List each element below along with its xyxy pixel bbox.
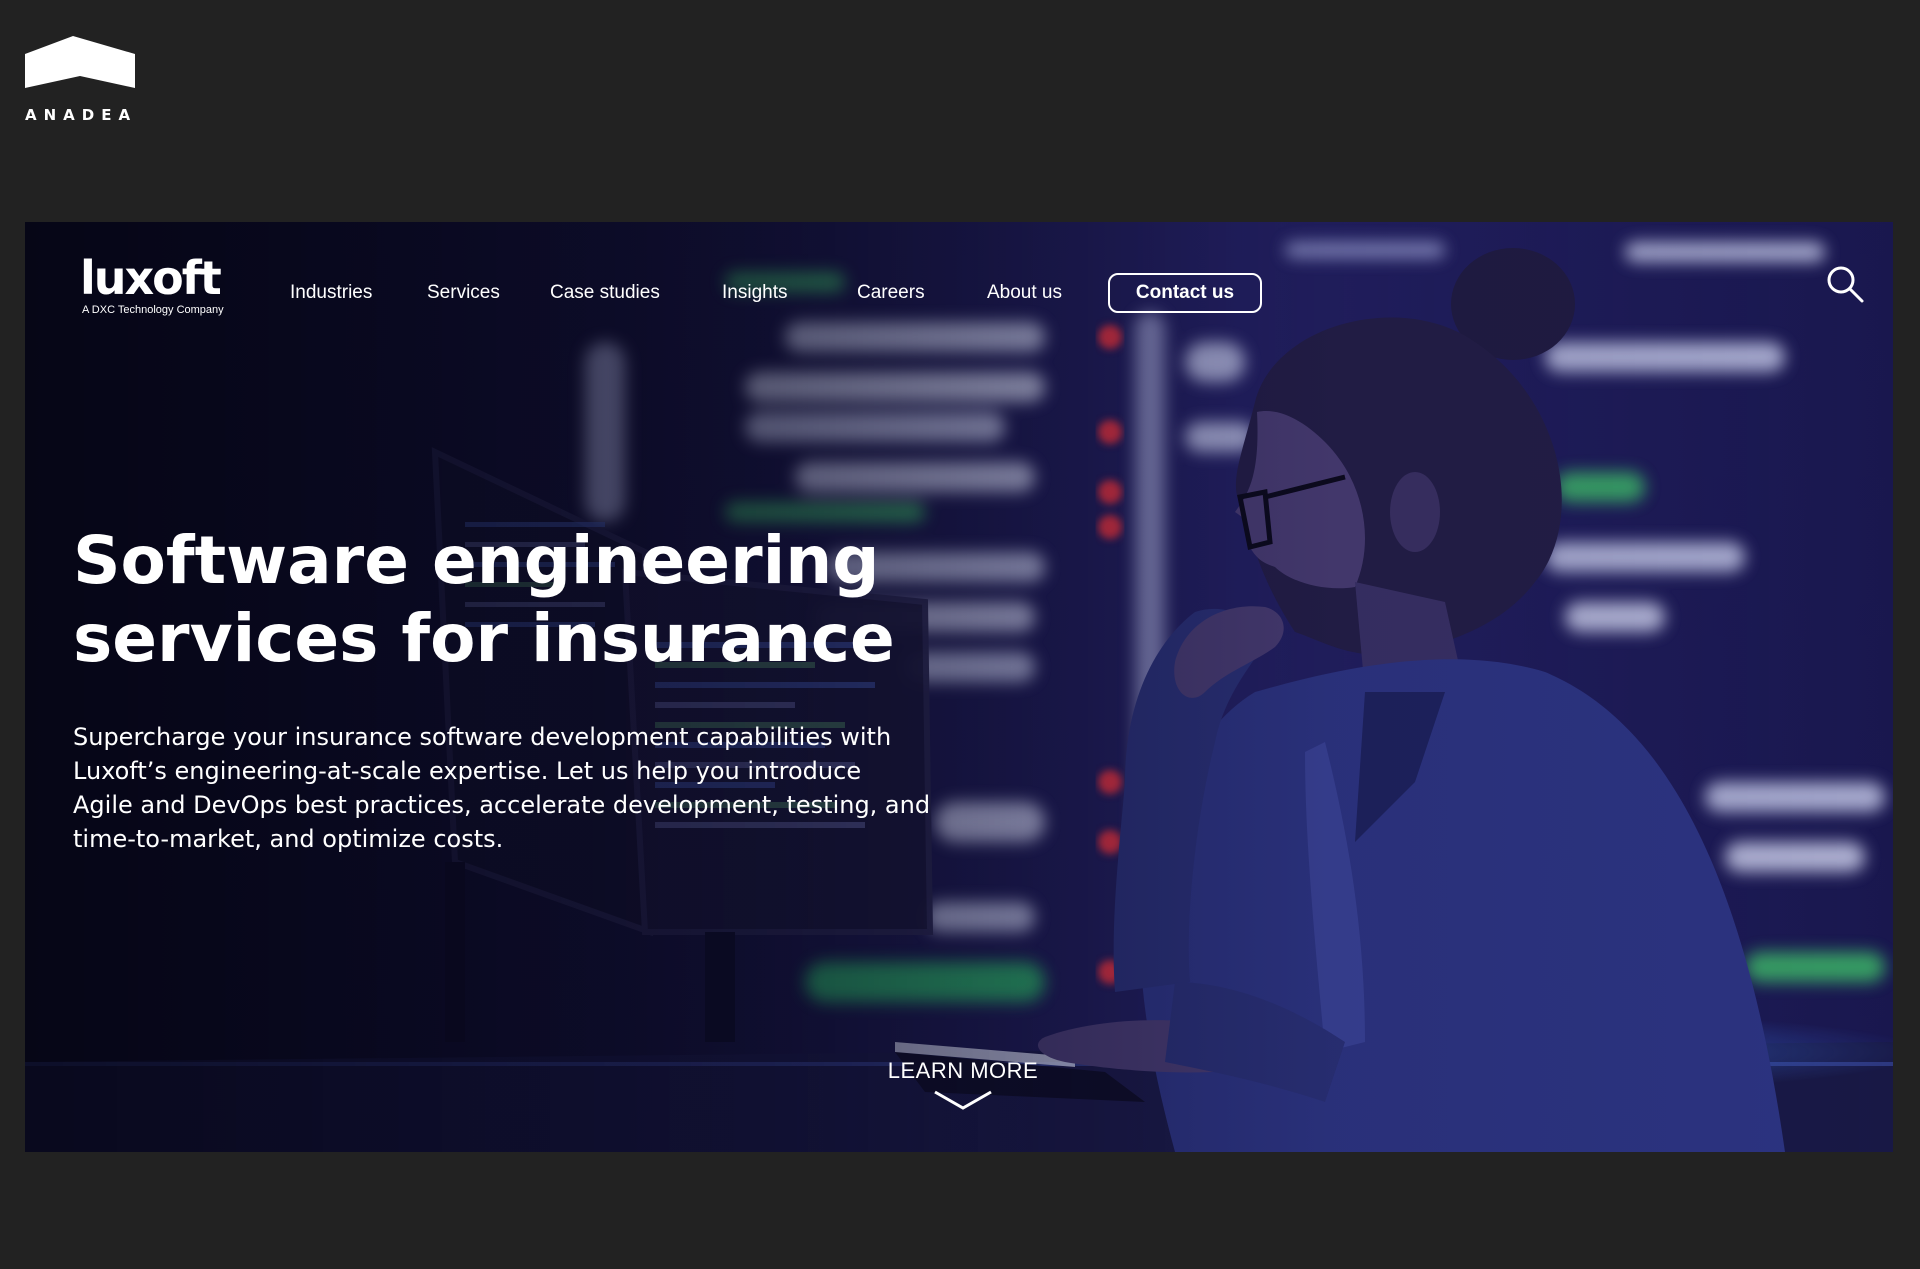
hero-dark-overlay xyxy=(25,222,1893,1152)
nav-item-services[interactable]: Services xyxy=(427,282,500,304)
chevron-down-icon xyxy=(934,1090,992,1110)
learn-more-label: LEARN MORE xyxy=(887,1058,1039,1083)
luxoft-tagline: A DXC Technology Company xyxy=(82,304,224,316)
nav-item-insights[interactable]: Insights xyxy=(722,282,787,304)
anadea-wordmark: ANADEA xyxy=(25,106,138,124)
anadea-logo-mark xyxy=(25,36,135,88)
nav-item-about-us[interactable]: About us xyxy=(987,282,1062,304)
website-screenshot: luxoft A DXC Technology Company Industri… xyxy=(25,222,1893,1152)
hero-description-line-3: Agile and DevOps best practices, acceler… xyxy=(73,791,931,819)
hero-title: Software engineering services for insura… xyxy=(73,522,973,678)
nav-item-case-studies[interactable]: Case studies xyxy=(550,282,660,304)
search-icon[interactable] xyxy=(1825,264,1865,304)
site-header: luxoft A DXC Technology Company Industri… xyxy=(25,222,1893,352)
page-frame: ANADEA luxoft A DXC Technology Company I… xyxy=(0,0,1920,1269)
hero-description-line-2: Luxoft’s engineering-at-scale expertise.… xyxy=(73,757,862,785)
hero-description-line-4: time-to-market, and optimize costs. xyxy=(73,825,504,853)
nav-item-careers[interactable]: Careers xyxy=(857,282,925,304)
learn-more-button[interactable]: LEARN MORE xyxy=(863,1058,1063,1128)
luxoft-logo[interactable]: luxoft A DXC Technology Company xyxy=(80,252,235,322)
hero-title-line-2: services for insurance xyxy=(73,600,895,677)
luxoft-wordmark: luxoft xyxy=(80,251,222,305)
nav-item-industries[interactable]: Industries xyxy=(290,282,372,304)
anadea-logo: ANADEA xyxy=(25,36,135,128)
contact-us-button[interactable]: Contact us xyxy=(1108,273,1262,313)
hero-description-line-1: Supercharge your insurance software deve… xyxy=(73,723,892,751)
hero-title-line-1: Software engineering xyxy=(73,522,880,599)
hero-description: Supercharge your insurance software deve… xyxy=(73,720,953,856)
